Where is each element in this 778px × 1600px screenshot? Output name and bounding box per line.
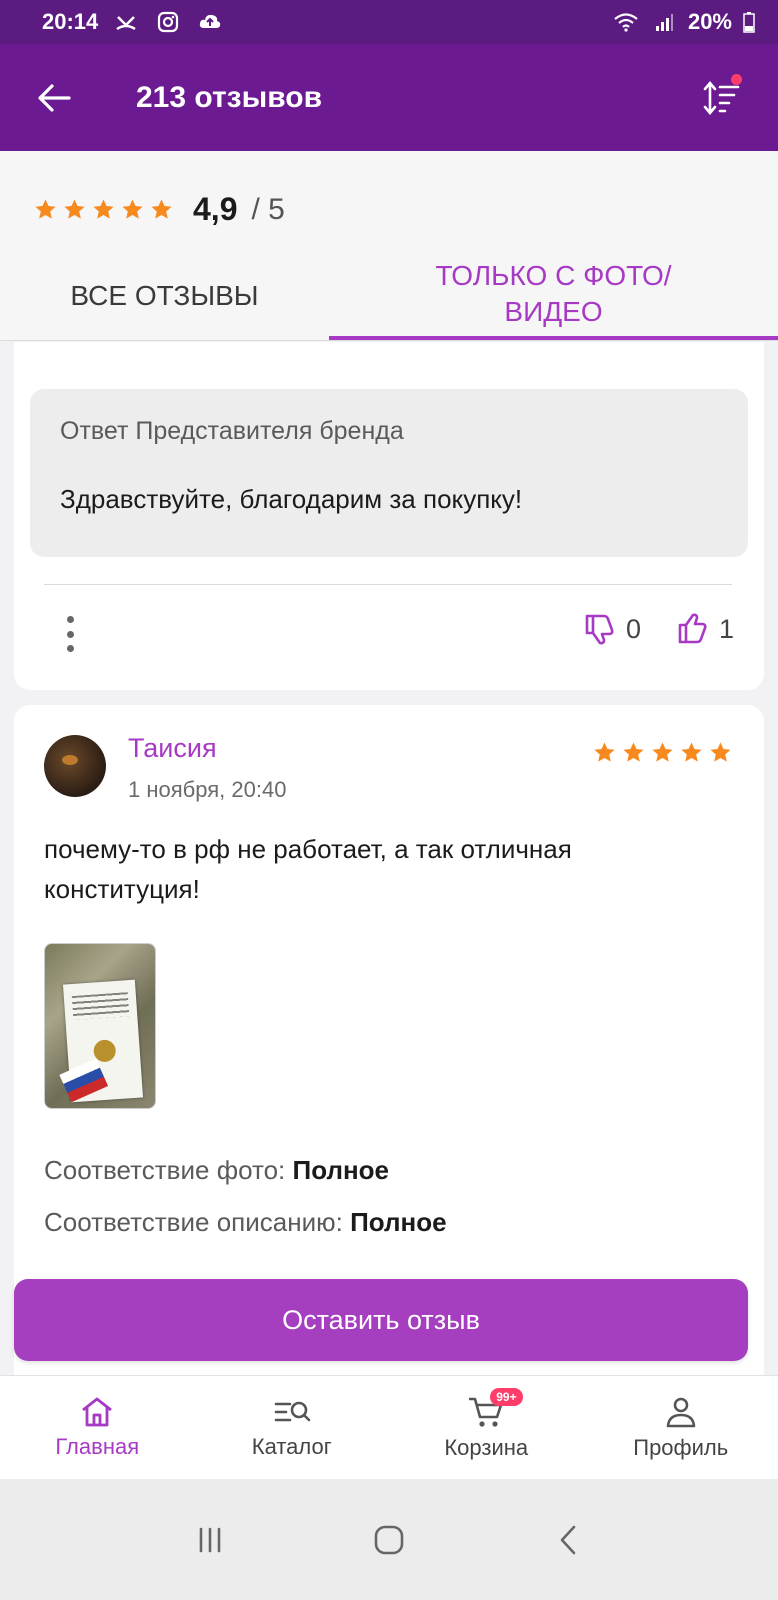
star-icon	[93, 199, 114, 219]
brand-reply-label: Ответ Представителя бренда	[60, 417, 404, 445]
star-icon	[623, 742, 644, 762]
rating-max: / 5	[251, 192, 285, 226]
arrow-left-icon	[38, 83, 71, 112]
home-icon	[82, 1397, 113, 1426]
photo-match: Соответствие фото: Полное	[44, 1155, 389, 1186]
signal-icon	[650, 8, 678, 36]
like-count: 1	[718, 613, 734, 644]
cloud-upload-icon	[196, 8, 224, 36]
star-icon	[681, 742, 702, 762]
photo-match-label: Соответствие фото:	[44, 1155, 286, 1185]
rating-summary: 4,9 / 5	[34, 191, 285, 228]
more-dot	[66, 645, 74, 652]
status-bar: 20:14 20%	[0, 0, 778, 44]
nav-profile[interactable]: Профиль	[584, 1376, 778, 1479]
more-dot	[66, 630, 74, 638]
brand-reply-text: Здравствуйте, благодарим за покупку!	[60, 484, 523, 514]
status-time: 20:14	[42, 9, 99, 34]
recent-apps-icon	[199, 1527, 220, 1552]
nav-cart[interactable]: 99+ Корзина	[389, 1376, 584, 1479]
thumbs-up-icon	[678, 613, 707, 644]
review-tabs: Все отзывы Только с фото/ видео	[0, 251, 778, 341]
star-icon	[64, 199, 85, 219]
catalog-search-icon	[274, 1401, 311, 1421]
rating-value: 4,9	[193, 191, 238, 227]
star-icon	[652, 742, 673, 762]
photo-match-value: Полное	[292, 1155, 389, 1185]
back-button[interactable]	[24, 68, 84, 128]
battery-icon	[742, 8, 756, 36]
recent-apps-button[interactable]	[180, 1510, 240, 1570]
description-match-value: Полное	[350, 1207, 447, 1237]
avatar	[44, 735, 106, 797]
review-photo[interactable]	[44, 943, 156, 1109]
rating-header: 4,9 / 5 Все отзывы Только с фото/ видео	[0, 151, 778, 341]
chevron-left-icon	[561, 1525, 576, 1554]
more-options-button[interactable]	[58, 612, 82, 656]
tab-photo-video[interactable]: Только с фото/ видео	[329, 251, 778, 340]
battery-percent: 20%	[687, 9, 732, 34]
like-button[interactable]: 1	[675, 612, 734, 646]
review-text: почему-то в рф не работает, а так отличн…	[44, 834, 572, 904]
star-icon	[594, 742, 615, 762]
review-author: Таисия	[128, 733, 217, 763]
review-date: 1 ноября, 20:40	[128, 777, 287, 802]
review-list[interactable]: Ответ Представителя бренда Здравствуйте,…	[0, 342, 778, 1402]
description-match: Соответствие описанию: Полное	[44, 1207, 447, 1238]
more-dot	[66, 616, 74, 623]
nav-label: Главная	[55, 1433, 140, 1459]
app-bar: 213 отзывов	[0, 44, 778, 151]
instagram-icon	[154, 8, 182, 36]
tab-all-reviews[interactable]: Все отзывы	[0, 251, 329, 340]
star-icon	[710, 742, 731, 762]
wifi-icon	[612, 8, 640, 36]
nav-catalog[interactable]: Каталог	[195, 1376, 390, 1479]
star-icon	[35, 199, 56, 219]
nav-label: Корзина	[444, 1434, 529, 1460]
home-button[interactable]	[359, 1510, 419, 1570]
dislike-button[interactable]: 0	[582, 612, 641, 646]
brand-reply: Ответ Представителя бренда Здравствуйте,…	[30, 389, 748, 557]
description-match-label: Соответствие описанию:	[44, 1207, 343, 1237]
review-card: Ответ Представителя бренда Здравствуйте,…	[14, 342, 764, 690]
leave-review-button[interactable]: Оставить отзыв	[14, 1279, 748, 1361]
divider	[44, 584, 732, 585]
book-image	[59, 979, 144, 1103]
missed-call-icon	[112, 8, 140, 36]
system-nav-bar	[0, 1479, 778, 1600]
home-circle-icon	[374, 1525, 404, 1554]
dislike-count: 0	[625, 613, 641, 644]
profile-icon	[666, 1397, 696, 1427]
page-title: 213 отзывов	[136, 80, 323, 114]
cart-badge: 99+	[490, 1388, 523, 1406]
sort-button[interactable]	[694, 70, 750, 126]
votes: 0 1	[582, 612, 734, 646]
review-stars	[593, 741, 732, 764]
star-icon	[122, 199, 143, 219]
rating-stars	[34, 198, 173, 221]
notification-dot	[731, 74, 742, 85]
system-back-button[interactable]	[538, 1510, 598, 1570]
nav-home[interactable]: Главная	[0, 1376, 195, 1479]
star-icon	[151, 199, 172, 219]
nav-label: Профиль	[633, 1434, 729, 1460]
bottom-nav: Главная Каталог 99+ Корзина Профиль	[0, 1375, 778, 1479]
nav-label: Каталог	[251, 1433, 332, 1459]
thumbs-down-icon	[585, 614, 614, 645]
